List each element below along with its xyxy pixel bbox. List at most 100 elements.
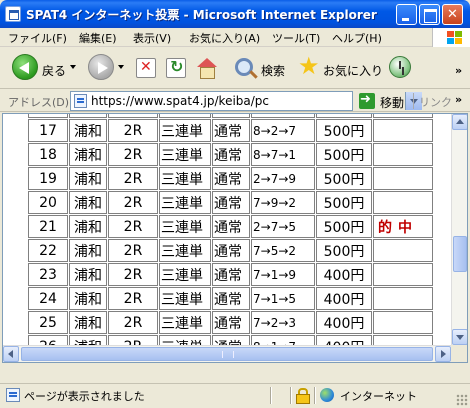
result-label: 的中 [373,215,433,238]
status-bar: ページが表示されました インターネット [0,383,470,408]
stop-icon[interactable] [136,58,156,78]
scroll-right-icon[interactable] [435,346,451,362]
venue: 浦和 [69,263,107,286]
forward-arrow-icon[interactable] [88,54,114,80]
venue: 浦和 [69,311,107,334]
bet-amount: 500円 [316,119,372,142]
bet-type: 三連単 [159,191,211,214]
bet-number: 24 [28,287,68,310]
bet-table: 17 浦和 2R 三連単 通常 8→2→7 500円 18 浦和 2R 三連単 通常 8→7→1 500円… [27,114,434,359]
horizontal-scrollbar[interactable] [3,345,451,362]
combination: 8→7→1 [251,143,315,166]
minimize-button[interactable] [396,4,417,25]
page-done-icon [6,388,20,402]
lock-icon[interactable] [296,388,310,404]
venue: 浦和 [69,119,107,142]
table-row: 21 浦和 2R 三連単 通常 2→7→5 500円 的中 [28,215,433,238]
bet-type: 三連単 [159,287,211,310]
table-row-partial [28,114,433,118]
go-arrow-icon[interactable] [359,92,375,109]
back-dropdown-icon[interactable] [70,65,76,69]
security-zone[interactable]: インターネット [340,388,417,404]
horizontal-scroll-thumb[interactable] [21,347,433,361]
history-icon[interactable] [389,56,411,78]
resize-grip-icon[interactable] [456,394,468,406]
bet-amount: 500円 [316,239,372,262]
bet-number: 21 [28,215,68,238]
menu-edit[interactable]: 編集(E) [79,30,117,46]
venue: 浦和 [69,143,107,166]
result-label [373,263,433,286]
address-label: アドレス(D) [8,96,70,109]
result-label [373,143,433,166]
bet-amount: 400円 [316,311,372,334]
venue: 浦和 [69,239,107,262]
scroll-corner [451,345,467,362]
ie-app-icon[interactable] [5,6,21,22]
bet-type: 三連単 [159,239,211,262]
scroll-down-icon[interactable] [452,329,467,345]
back-label[interactable]: 戻る [42,62,66,79]
combination: 7→5→2 [251,239,315,262]
search-icon[interactable] [235,58,253,76]
menu-file[interactable]: ファイル(F) [8,30,67,46]
windows-logo-icon [432,28,470,47]
scroll-left-icon[interactable] [3,346,19,362]
bet-number: 23 [28,263,68,286]
scroll-up-icon[interactable] [452,114,467,130]
globe-icon [320,388,334,402]
address-url[interactable]: https://www.spat4.jp/keiba/pc [91,94,269,108]
links-overflow-icon[interactable]: » [455,93,462,106]
search-label[interactable]: 検索 [261,62,285,79]
links-label[interactable]: リンク [419,94,452,110]
back-arrow-icon[interactable] [12,54,38,80]
bet-number: 19 [28,167,68,190]
status-text: ページが表示されました [24,390,145,403]
forward-dropdown-icon[interactable] [118,65,124,69]
favorites-star-icon[interactable]: ★ [298,54,320,78]
table-row: 18 浦和 2R 三連単 通常 8→7→1 500円 [28,143,433,166]
menu-favorites[interactable]: お気に入り(A) [189,30,260,46]
refresh-icon[interactable] [166,57,186,78]
result-label [373,119,433,142]
go-button[interactable]: 移動 [380,94,404,111]
race-number: 2R [108,143,158,166]
title-bar: SPAT4 インターネット投票 - Microsoft Internet Exp… [0,0,470,28]
bet-type: 三連単 [159,215,211,238]
table-row: 25 浦和 2R 三連単 通常 7→2→3 400円 [28,311,433,334]
venue: 浦和 [69,191,107,214]
vertical-scroll-thumb[interactable] [453,236,467,272]
table-row: 20 浦和 2R 三連単 通常 7→9→2 500円 [28,191,433,214]
race-number: 2R [108,311,158,334]
window-title: SPAT4 インターネット投票 - Microsoft Internet Exp… [26,8,377,22]
address-input[interactable]: https://www.spat4.jp/keiba/pc [70,91,422,111]
bet-number: 25 [28,311,68,334]
bet-number: 17 [28,119,68,142]
toolbar: 戻る 検索 ★ お気に入り » [0,48,470,89]
scroll-grip-icon [222,351,234,358]
bet-method: 通常 [212,191,250,214]
address-bar: アドレス(D) https://www.spat4.jp/keiba/pc 移動… [0,90,470,112]
combination: 7→2→3 [251,311,315,334]
bet-number: 20 [28,191,68,214]
race-number: 2R [108,239,158,262]
combination: 7→9→2 [251,191,315,214]
vertical-scrollbar[interactable] [451,114,467,345]
maximize-button[interactable] [419,4,440,25]
menu-tools[interactable]: ツール(T) [272,30,320,46]
table-row: 19 浦和 2R 三連単 通常 2→7→9 500円 [28,167,433,190]
bet-type: 三連単 [159,143,211,166]
combination: 2→7→5 [251,215,315,238]
result-label [373,239,433,262]
favorites-label[interactable]: お気に入り [323,62,383,79]
close-button[interactable] [442,4,463,25]
menu-view[interactable]: 表示(V) [133,30,171,46]
menu-help[interactable]: ヘルプ(H) [332,30,382,46]
result-label [373,167,433,190]
bet-method: 通常 [212,119,250,142]
bet-amount: 500円 [316,143,372,166]
home-icon[interactable] [196,58,217,79]
table-row: 17 浦和 2R 三連単 通常 8→2→7 500円 [28,119,433,142]
toolbar-overflow-icon[interactable]: » [455,64,462,77]
venue: 浦和 [69,167,107,190]
